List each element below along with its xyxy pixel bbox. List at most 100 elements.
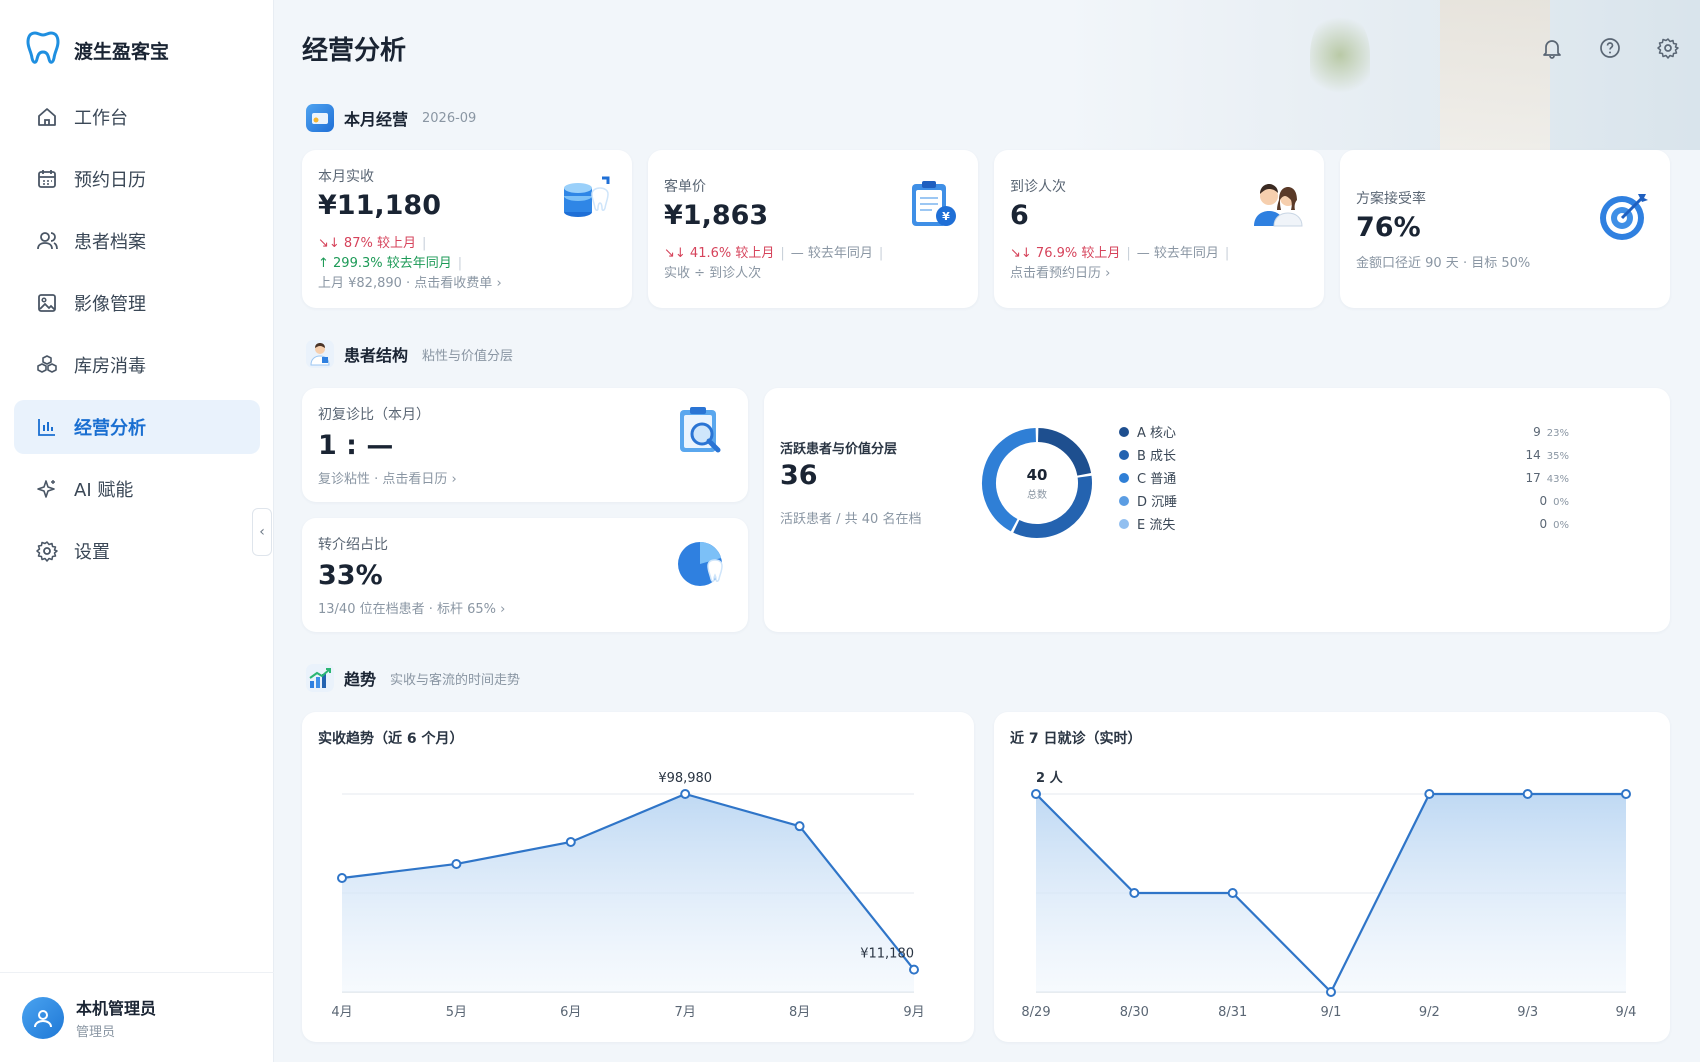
- kpi-yoy-text: ↑ 299.3% 较去年同月: [318, 256, 452, 271]
- data-point: [451, 858, 462, 869]
- legend-value: 0 0%: [1539, 493, 1569, 508]
- kpi-yoy-text: — 较去年同月: [790, 246, 873, 261]
- kpi-card-visits[interactable]: 到诊人次 6 ↘↓ 76.9% 较上月 | — 较去年同月 | 点击看预约日历 ›: [994, 150, 1324, 308]
- trend-down-icon: ↘: [318, 236, 329, 251]
- settings-gear-icon[interactable]: [1654, 34, 1682, 62]
- data-point: [909, 964, 919, 975]
- x-tick-label: 7月: [675, 1005, 696, 1020]
- tier-legend: A 核心 9 23% B 成长 14 35% C 普通 17 43% D 沉睡 0 0% E 流…: [1119, 420, 1569, 535]
- kpi-mom-text: ↓ 76.9% 较上月: [1020, 246, 1121, 261]
- kpi-value: 33%: [318, 560, 383, 591]
- sidebar-item-analytics[interactable]: 经营分析: [14, 400, 260, 454]
- legend-item[interactable]: B 成长 14 35%: [1119, 443, 1569, 466]
- kpi-foot-text: 上月 ¥82,890 · 点击看收费单: [318, 276, 493, 291]
- calendar-icon: [34, 166, 60, 192]
- revenue-trend-card: 实收趋势（近 6 个月） 4月 5月 6月 7月 8月 9月 ¥98,980 ¥11,180: [302, 712, 974, 1042]
- sidebar-item-workbench[interactable]: 工作台: [14, 90, 260, 144]
- section-title: 本月经营: [344, 110, 409, 129]
- legend-value: 14 35%: [1525, 447, 1569, 462]
- sidebar-item-settings[interactable]: 设置: [14, 524, 260, 578]
- brand[interactable]: 渡生盈客宝: [26, 30, 169, 70]
- svg-text:¥: ¥: [942, 210, 950, 223]
- sidebar-nav: 工作台 预约日历 患者档案 影像管理 库房消毒 经营分析 AI 赋能 设置: [14, 90, 260, 586]
- kpi-value: 1 : —: [318, 430, 394, 461]
- kpi-foot[interactable]: 13/40 位在档患者 · 标杆 65% ›: [318, 598, 505, 617]
- x-tick-label: 6月: [560, 1005, 581, 1020]
- referral-card[interactable]: 转介绍占比 33% 13/40 位在档患者 · 标杆 65% ›: [302, 518, 748, 632]
- sidebar-item-patients[interactable]: 患者档案: [14, 214, 260, 268]
- section-header-month: 本月经营 2026-09: [306, 104, 476, 132]
- x-tick-label: 8/30: [1120, 1005, 1149, 1020]
- x-tick-label: 8月: [789, 1005, 810, 1020]
- donut-total: 40: [1027, 466, 1048, 484]
- kpi-foot-text: 复诊粘性 · 点击看日历: [318, 472, 448, 487]
- y-axis-max-label: 2 人: [1036, 770, 1064, 786]
- legend-label: B 成长: [1137, 449, 1177, 464]
- kpi-card-revenue[interactable]: 本月实收 ¥11,180 ↘↓ 87% 较上月 | ↑ 299.3% 较去年同月 |…: [302, 150, 632, 308]
- trend-down-icon: ↘: [664, 246, 675, 261]
- legend-dot: [1119, 426, 1129, 437]
- x-tick-label: 5月: [446, 1005, 467, 1020]
- trend-down-icon: ↘: [1010, 246, 1021, 261]
- data-point: [794, 821, 805, 832]
- header-banner-image: [1060, 0, 1700, 150]
- legend-value: 17 43%: [1525, 470, 1569, 485]
- chevron-left-icon: ‹: [259, 524, 265, 540]
- user-profile[interactable]: 本机管理员 管理员: [0, 972, 274, 1062]
- kpi-foot: 活跃患者 / 共 40 名在档: [780, 512, 922, 527]
- pillar-decoration: [1440, 0, 1550, 150]
- legend-item[interactable]: D 沉睡 0 0%: [1119, 489, 1569, 512]
- header-actions: [1538, 34, 1682, 62]
- kpi-foot[interactable]: 点击看预约日历 ›: [1010, 262, 1110, 281]
- section-header-patient: 患者结构 粘性与价值分层: [306, 340, 513, 368]
- legend-item[interactable]: A 核心 9 23%: [1119, 420, 1569, 443]
- kpi-foot[interactable]: 复诊粘性 · 点击看日历 ›: [318, 468, 457, 487]
- kpi-foot-text: 13/40 位在档患者 · 标杆 65%: [318, 602, 497, 617]
- sidebar-item-calendar[interactable]: 预约日历: [14, 152, 260, 206]
- x-tick-label: 8/31: [1218, 1005, 1247, 1020]
- x-tick-label: 9月: [903, 1005, 924, 1020]
- kpi-foot: 金额口径近 90 天 · 目标 50%: [1356, 256, 1531, 271]
- kpi-yoy-text: — 较去年同月: [1136, 246, 1219, 261]
- visits-trend-chart: 8/29 8/30 8/31 9/1 9/2 9/3 9/4 2 人: [1021, 770, 1636, 1020]
- patients-avatar-icon: [1248, 176, 1306, 234]
- page-title: 经营分析: [302, 36, 407, 66]
- kpi-compare: ↘↓ 41.6% 较上月 | — 较去年同月 |: [664, 246, 884, 261]
- kpi-foot[interactable]: 上月 ¥82,890 · 点击看收费单 ›: [318, 272, 502, 291]
- sidebar-item-label: 经营分析: [74, 418, 146, 439]
- legend-item[interactable]: C 普通 17 43%: [1119, 466, 1569, 489]
- main-content: 经营分析 本月经营 2026-09 本月实收 ¥11,180 ↘↓ 87% 较上…: [274, 0, 1700, 1062]
- bell-icon[interactable]: [1538, 34, 1566, 62]
- chevron-right-icon: ›: [451, 472, 457, 487]
- legend-item[interactable]: E 流失 0 0%: [1119, 512, 1569, 535]
- kpi-yoy: ↑ 299.3% 较去年同月 |: [318, 256, 463, 271]
- donut-slice-1: [1013, 475, 1092, 538]
- kpi-value: 6: [1010, 200, 1029, 231]
- sidebar-item-ai[interactable]: AI 赋能: [14, 462, 260, 516]
- tier-donut-chart: 40 总数: [982, 428, 1092, 538]
- legend-label: C 普通: [1137, 472, 1177, 487]
- kpi-card-acceptance[interactable]: 方案接受率 76% 金额口径近 90 天 · 目标 50%: [1340, 150, 1670, 308]
- ratio-card[interactable]: 初复诊比（本月） 1 : — 复诊粘性 · 点击看日历 ›: [302, 388, 748, 502]
- clipboard-search-icon: [674, 404, 732, 462]
- kpi-value: ¥1,863: [664, 200, 769, 231]
- kpi-value: ¥11,180: [318, 190, 441, 221]
- kpi-mom-text: ↓ 87% 较上月: [328, 236, 416, 251]
- home-icon: [34, 104, 60, 130]
- kpi-card-avg-ticket[interactable]: 客单价 ¥1,863 ↘↓ 41.6% 较上月 | — 较去年同月 | 实收 ÷ 到诊…: [648, 150, 978, 308]
- donut-total-label: 总数: [1027, 488, 1047, 501]
- sidebar-item-imaging[interactable]: 影像管理: [14, 276, 260, 330]
- kpi-label: 本月实收: [318, 169, 374, 185]
- collapse-sidebar-button[interactable]: ‹: [252, 508, 272, 556]
- data-point: [1424, 789, 1435, 799]
- sidebar-item-inventory[interactable]: 库房消毒: [14, 338, 260, 392]
- x-tick-label: 9/2: [1419, 1005, 1440, 1020]
- help-icon[interactable]: [1596, 34, 1624, 62]
- sidebar-item-label: 工作台: [74, 108, 128, 129]
- data-point: [1227, 888, 1238, 898]
- boxes-icon: [34, 352, 60, 378]
- sidebar-item-label: 库房消毒: [74, 356, 146, 377]
- legend-dot: [1119, 472, 1129, 483]
- kpi-label: 方案接受率: [1356, 191, 1426, 207]
- data-label: ¥11,180: [860, 947, 914, 962]
